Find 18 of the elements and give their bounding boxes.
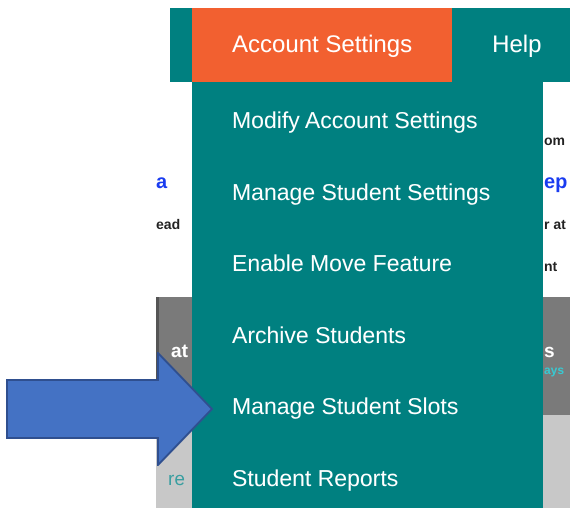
nav-tab[interactable]: Account Settings [192,8,452,82]
nav-tab[interactable]: Help [452,8,570,82]
header-subtext: ays [544,363,564,377]
page-text: ead [156,216,182,232]
menu-item[interactable]: Manage Student Settings [232,178,490,206]
menu-item[interactable]: Modify Account Settings [232,107,478,134]
menu-item[interactable]: Student Reports [232,464,398,492]
header-text: s [544,341,555,363]
header-text: at [170,341,189,363]
menu-item[interactable]: Enable Move Feature [232,250,452,278]
menu-item[interactable]: Manage Student Slots [232,393,458,420]
page-text: a [156,170,168,194]
page-text: nt [544,258,558,274]
page-text: om [544,132,566,148]
row-text: re [168,469,185,490]
menu-item[interactable]: Archive Students [232,322,406,349]
page-text: r at [544,216,567,232]
page-text: ep [544,170,568,194]
